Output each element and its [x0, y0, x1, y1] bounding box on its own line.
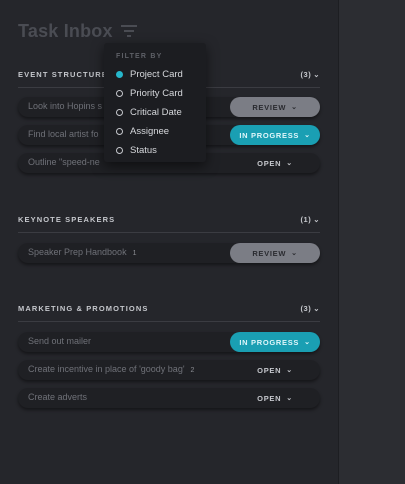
header: Task Inbox — [18, 19, 137, 43]
page-title: Task Inbox — [18, 20, 113, 41]
task-row[interactable]: Send out mailer IN PROGRESS ⌄ — [18, 332, 320, 352]
radio-icon — [116, 108, 123, 116]
task-label: Create incentive in place of 'goody bag'… — [28, 364, 195, 374]
chevron-down-icon: ⌄ — [313, 304, 320, 313]
section-title: KEYNOTE SPEAKERS — [18, 215, 116, 224]
section-count: (1) ⌄ — [300, 215, 320, 224]
filter-option-assignee[interactable]: Assignee — [116, 124, 169, 138]
filter-option-label: Project Card — [130, 68, 183, 80]
status-button[interactable]: OPEN ⌄ — [230, 360, 320, 380]
filter-option-label: Status — [130, 144, 157, 156]
divider — [18, 321, 320, 322]
section-header-marketing-promotions[interactable]: MARKETING & PROMOTIONS (3) ⌄ — [18, 304, 320, 318]
background-panel — [338, 0, 405, 484]
task-label: Create adverts — [28, 392, 88, 402]
section-count: (3) ⌄ — [300, 304, 320, 313]
chevron-down-icon: ⌄ — [304, 132, 311, 139]
radio-icon — [116, 127, 123, 135]
chevron-down-icon: ⌄ — [304, 339, 311, 346]
chevron-down-icon: ⌄ — [313, 70, 320, 79]
status-button[interactable]: REVIEW ⌄ — [230, 97, 320, 117]
radio-selected-icon — [116, 70, 123, 78]
attachment-count: 1 — [132, 250, 137, 257]
task-label: Outline "speed-ne — [28, 157, 100, 167]
status-button[interactable]: OPEN ⌄ — [230, 388, 320, 408]
task-label: Look into Hopins s — [28, 101, 103, 111]
status-button[interactable]: IN PROGRESS ⌄ — [230, 125, 320, 145]
chevron-down-icon: ⌄ — [286, 160, 293, 167]
filter-option-priority-card[interactable]: Priority Card — [116, 86, 183, 100]
filter-icon[interactable] — [120, 24, 137, 38]
status-button[interactable]: OPEN ⌄ — [230, 153, 320, 173]
filter-option-status[interactable]: Status — [116, 143, 157, 157]
radio-icon — [116, 89, 123, 97]
filter-title: FILTER BY — [116, 53, 163, 60]
task-label: Speaker Prep Handbook 1 — [28, 247, 137, 257]
section-title: EVENT STRUCTURE — [18, 70, 108, 79]
task-row[interactable]: Speaker Prep Handbook 1 REVIEW ⌄ — [18, 243, 320, 263]
task-row[interactable]: Create adverts OPEN ⌄ — [18, 388, 320, 408]
task-label: Find local artist fo — [28, 129, 99, 139]
task-inbox-panel: Task Inbox EVENT STRUCTURE (3) ⌄ Look int… — [0, 0, 338, 484]
filter-option-label: Priority Card — [130, 87, 183, 99]
section-title: MARKETING & PROMOTIONS — [18, 304, 149, 313]
filter-dropdown: FILTER BY Project Card Priority Card Cri… — [104, 43, 206, 162]
chevron-down-icon: ⌄ — [291, 250, 298, 257]
task-row[interactable]: Create incentive in place of 'goody bag'… — [18, 360, 320, 380]
section-count: (3) ⌄ — [300, 70, 320, 79]
radio-icon — [116, 146, 123, 154]
divider — [18, 232, 320, 233]
attachment-count: 2 — [190, 367, 195, 374]
chevron-down-icon: ⌄ — [313, 215, 320, 224]
status-button[interactable]: REVIEW ⌄ — [230, 243, 320, 263]
task-label: Send out mailer — [28, 336, 92, 346]
chevron-down-icon: ⌄ — [291, 104, 298, 111]
chevron-down-icon: ⌄ — [286, 395, 293, 402]
filter-option-project-card[interactable]: Project Card — [116, 67, 183, 81]
status-button[interactable]: IN PROGRESS ⌄ — [230, 332, 320, 352]
filter-option-label: Critical Date — [130, 106, 182, 118]
chevron-down-icon: ⌄ — [286, 367, 293, 374]
section-header-keynote-speakers[interactable]: KEYNOTE SPEAKERS (1) ⌄ — [18, 215, 320, 229]
filter-option-critical-date[interactable]: Critical Date — [116, 105, 182, 119]
filter-option-label: Assignee — [130, 125, 170, 137]
